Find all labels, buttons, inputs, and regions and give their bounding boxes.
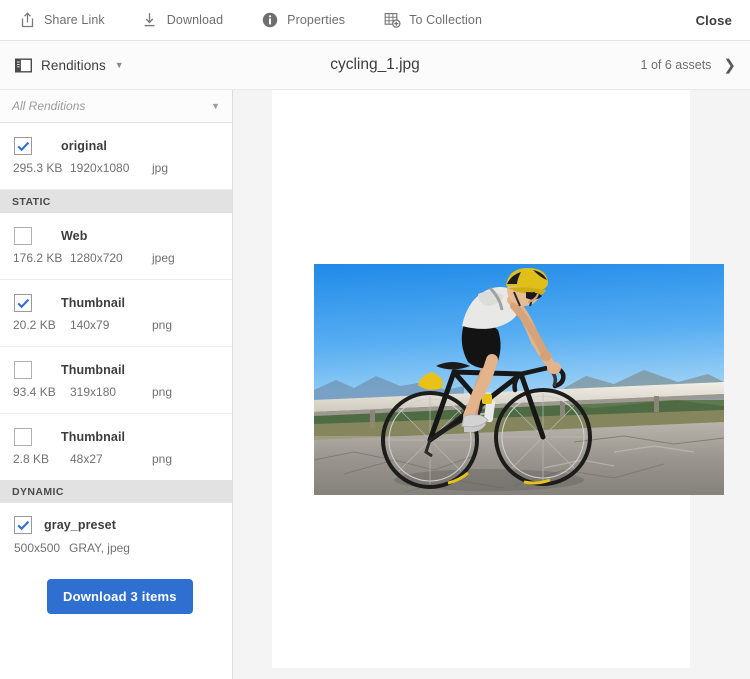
rendition-meta-thumbnail-140: 20.2 KB 140x79 png — [0, 312, 232, 346]
renditions-filter-select[interactable]: All Renditions ▼ — [0, 90, 232, 123]
next-asset-chevron-right-icon[interactable]: ❯ — [723, 58, 736, 73]
chevron-down-icon: ▼ — [211, 100, 220, 111]
download-action-area: Download 3 items — [0, 555, 232, 614]
section-header-static: STATIC — [0, 190, 232, 213]
section-header-dynamic: DYNAMIC — [0, 480, 232, 503]
rendition-name: Thumbnail — [61, 363, 126, 377]
properties-button[interactable]: Properties — [261, 0, 345, 40]
download-label: Download — [166, 13, 224, 27]
to-collection-button[interactable]: To Collection — [383, 0, 482, 40]
rendition-format: jpg — [152, 161, 169, 175]
rendition-row-thumbnail-48[interactable]: Thumbnail — [0, 414, 232, 446]
rendition-name: original — [61, 139, 107, 153]
rendition-checkbox-thumbnail-319[interactable] — [14, 361, 32, 379]
rendition-dimensions: 500x500 — [14, 541, 61, 555]
renditions-panel-toggle[interactable]: Renditions ▼ — [14, 41, 124, 89]
rendition-row-gray-preset[interactable]: gray_preset — [0, 503, 232, 534]
rendition-size: 93.4 KB — [13, 385, 56, 399]
top-toolbar: Share Link Download Properties To Collec… — [0, 0, 750, 41]
rendition-format: png — [152, 452, 173, 466]
rendition-name: Thumbnail — [61, 296, 126, 310]
asset-subbar: Renditions ▼ cycling_1.jpg 1 of 6 assets… — [0, 41, 750, 90]
rendition-dimensions: 140x79 — [70, 318, 110, 332]
rendition-checkbox-thumbnail-48[interactable] — [14, 428, 32, 446]
close-button[interactable]: Close — [696, 0, 732, 41]
rendition-meta-original: 295.3 KB 1920x1080 jpg — [0, 155, 232, 189]
to-collection-label: To Collection — [409, 13, 483, 27]
rendition-checkbox-gray-preset[interactable] — [14, 516, 32, 534]
renditions-panel-icon — [14, 56, 32, 74]
asset-pager: 1 of 6 assets ❯ — [641, 41, 736, 89]
chevron-down-icon: ▼ — [114, 59, 124, 70]
rendition-row-original[interactable]: original — [0, 123, 232, 155]
rendition-meta-web: 176.2 KB 1280x720 jpeg — [0, 245, 232, 279]
rendition-size: 176.2 KB — [13, 251, 63, 265]
share-link-label: Share Link — [44, 13, 105, 27]
rendition-row-thumbnail-319[interactable]: Thumbnail — [0, 347, 232, 379]
download-button[interactable]: Download — [141, 0, 223, 40]
rendition-dimensions: 319x180 — [70, 385, 117, 399]
properties-label: Properties — [287, 13, 346, 27]
renditions-panel: All Renditions ▼ original 295.3 KB 1920x… — [0, 90, 233, 679]
rendition-name: Thumbnail — [61, 430, 126, 444]
download-items-button[interactable]: Download 3 items — [47, 579, 193, 614]
share-icon — [18, 11, 36, 29]
rendition-name: gray_preset — [44, 518, 116, 532]
rendition-name: Web — [61, 229, 88, 243]
rendition-checkbox-web[interactable] — [14, 227, 32, 245]
rendition-format: GRAY, jpeg — [69, 541, 130, 555]
rendition-meta-thumbnail-319: 93.4 KB 319x180 png — [0, 379, 232, 413]
info-icon — [261, 11, 279, 29]
rendition-row-web[interactable]: Web — [0, 213, 232, 245]
add-to-collection-icon — [383, 11, 401, 29]
renditions-filter-value: All Renditions — [12, 99, 86, 113]
rendition-format: png — [152, 385, 173, 399]
preview-canvas — [272, 90, 724, 668]
rendition-size: 2.8 KB — [13, 452, 50, 466]
rendition-checkbox-thumbnail-140[interactable] — [14, 294, 32, 312]
asset-preview-image — [314, 264, 724, 495]
rendition-row-thumbnail-140[interactable]: Thumbnail — [0, 280, 232, 312]
preview-stage — [234, 90, 750, 679]
rendition-format: png — [152, 318, 173, 332]
rendition-dimensions: 1920x1080 — [70, 161, 130, 175]
rendition-meta-gray-preset: 500x500 GRAY, jpeg — [0, 534, 232, 555]
asset-count-label: 1 of 6 assets — [640, 58, 712, 72]
rendition-meta-thumbnail-48: 2.8 KB 48x27 png — [0, 446, 232, 480]
download-icon — [141, 11, 159, 29]
rendition-dimensions: 48x27 — [70, 452, 103, 466]
rendition-checkbox-original[interactable] — [14, 137, 32, 155]
rendition-size: 20.2 KB — [13, 318, 56, 332]
rendition-format: jpeg — [152, 251, 175, 265]
rendition-size: 295.3 KB — [13, 161, 63, 175]
share-link-button[interactable]: Share Link — [18, 0, 105, 40]
renditions-toggle-label: Renditions — [41, 57, 106, 73]
rendition-dimensions: 1280x720 — [70, 251, 123, 265]
